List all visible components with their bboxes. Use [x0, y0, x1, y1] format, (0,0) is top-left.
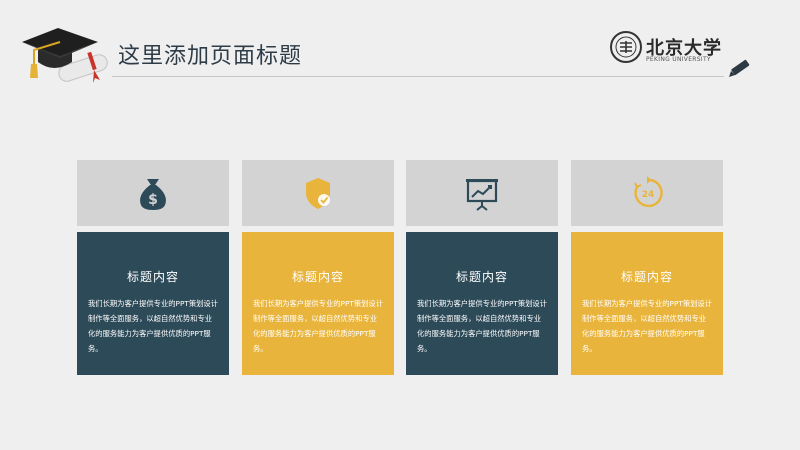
card-icon-panel: 24 — [571, 160, 723, 226]
money-bag-icon: $ — [140, 179, 166, 210]
card-description: 我们长期为客户提供专业的PPT策划设计制作等全面服务，以超自然优势和专业化的服务… — [417, 299, 548, 353]
card-icon-panel: $ — [77, 160, 229, 226]
card-title: 标题内容 — [620, 270, 673, 284]
presentation-chart-icon — [466, 179, 498, 211]
slide-header: 这里添加页面标题 北京大学 PEKING UNIVERSITY — [0, 0, 800, 90]
feature-card-1: $ 标题内容 我们长期为客户提供专业的PPT策划设计制作等全面服务，以超自然优势… — [77, 160, 229, 375]
card-content: 标题内容 我们长期为客户提供专业的PPT策划设计制作等全面服务，以超自然优势和专… — [406, 232, 558, 375]
card-content: 标题内容 我们长期为客户提供专业的PPT策划设计制作等全面服务，以超自然优势和专… — [571, 232, 723, 375]
card-description: 我们长期为客户提供专业的PPT策划设计制作等全面服务，以超自然优势和专业化的服务… — [253, 299, 384, 353]
card-icon-panel — [406, 160, 558, 226]
card-content: 标题内容 我们长期为客户提供专业的PPT策划设计制作等全面服务，以超自然优势和专… — [77, 232, 229, 375]
card-title: 标题内容 — [126, 270, 179, 284]
card-title: 标题内容 — [455, 270, 508, 284]
feature-card-4: 24 标题内容 我们长期为客户提供专业的PPT策划设计制作等全面服务，以超自然优… — [571, 160, 723, 375]
feature-card-3: 标题内容 我们长期为客户提供专业的PPT策划设计制作等全面服务，以超自然优势和专… — [406, 160, 558, 375]
clock-24-icon: 24 — [634, 176, 663, 208]
graduation-cap-icon — [22, 28, 108, 83]
pencil-icon — [729, 59, 750, 77]
svg-text:24: 24 — [642, 190, 655, 200]
university-seal-icon — [610, 31, 642, 63]
university-english-name: PEKING UNIVERSITY — [646, 56, 711, 63]
card-description: 我们长期为客户提供专业的PPT策划设计制作等全面服务，以超自然优势和专业化的服务… — [582, 299, 713, 353]
page-title: 这里添加页面标题 — [118, 44, 303, 69]
card-content: 标题内容 我们长期为客户提供专业的PPT策划设计制作等全面服务，以超自然优势和专… — [242, 232, 394, 375]
title-divider — [112, 76, 724, 77]
shield-check-icon — [306, 178, 330, 209]
feature-card-2: 标题内容 我们长期为客户提供专业的PPT策划设计制作等全面服务，以超自然优势和专… — [242, 160, 394, 375]
card-title: 标题内容 — [291, 270, 344, 284]
svg-text:$: $ — [148, 192, 158, 208]
card-icon-panel — [242, 160, 394, 226]
card-description: 我们长期为客户提供专业的PPT策划设计制作等全面服务，以超自然优势和专业化的服务… — [88, 299, 219, 353]
